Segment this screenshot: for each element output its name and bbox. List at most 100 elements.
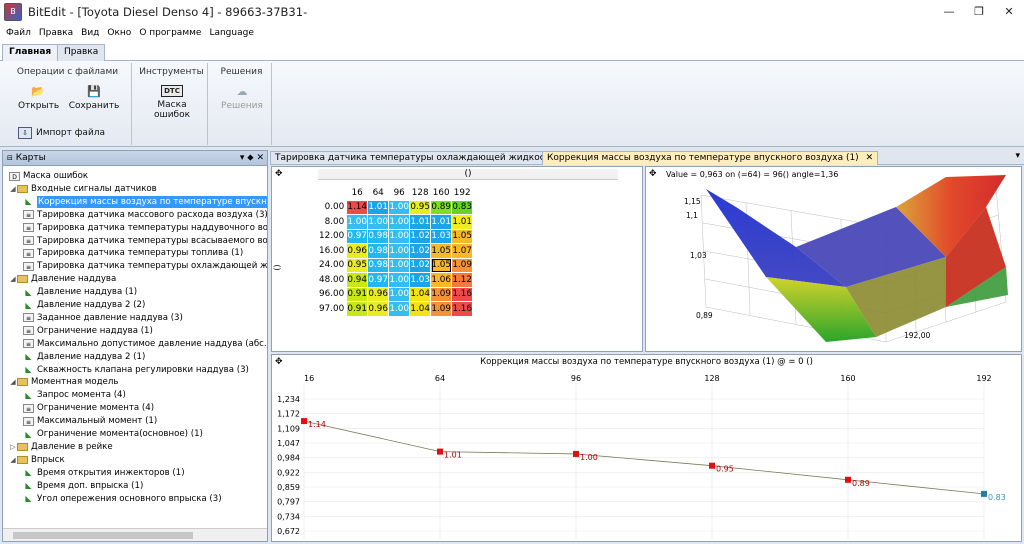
table-cell[interactable]: 0.91 bbox=[346, 301, 369, 317]
menu-edit[interactable]: Правка bbox=[39, 28, 73, 38]
row-header[interactable]: 0.00 bbox=[317, 199, 348, 215]
expand-toggle-icon[interactable]: ⊟ bbox=[7, 154, 13, 162]
row-header[interactable]: 24.00 bbox=[317, 257, 348, 273]
row-header[interactable]: 12.00 bbox=[317, 228, 348, 244]
row-header[interactable]: 97.00 bbox=[317, 301, 348, 317]
table-cell[interactable]: 1.01 bbox=[430, 214, 453, 230]
table-cell[interactable]: 1.00 bbox=[346, 214, 369, 230]
table-cell[interactable]: 1.03 bbox=[430, 228, 453, 244]
tree-item[interactable]: ◣ Время открытия инжекторов (1) bbox=[23, 467, 184, 479]
tree-item[interactable]: ◣ Время доп. впрыска (1) bbox=[23, 480, 143, 492]
row-header[interactable]: 8.00 bbox=[317, 214, 348, 230]
table-cell[interactable]: 1.05 bbox=[451, 228, 474, 244]
table-cell[interactable]: 0.96 bbox=[367, 286, 390, 302]
table-cell[interactable]: 1.00 bbox=[388, 272, 411, 288]
table-cell[interactable]: 1.00 bbox=[388, 199, 411, 215]
table-cell[interactable]: 1.05 bbox=[430, 257, 453, 273]
column-header[interactable]: 192 bbox=[451, 185, 474, 201]
tree-item[interactable]: ≡ Тарировка датчика температуры топлива (… bbox=[23, 247, 243, 259]
tree-folder[interactable]: ◢ Моментная модель bbox=[9, 376, 118, 388]
table-cell[interactable]: 1.00 bbox=[388, 286, 411, 302]
close-tab-icon[interactable]: ✕ bbox=[866, 153, 874, 163]
table-cell[interactable]: 0.98 bbox=[367, 243, 390, 259]
tree-folder[interactable]: ▷ Давление в рейке bbox=[9, 441, 112, 453]
table-cell[interactable]: 1.04 bbox=[409, 301, 432, 317]
row-header[interactable]: 48.00 bbox=[317, 272, 348, 288]
table-cell[interactable]: 1.16 bbox=[451, 301, 474, 317]
menu-view[interactable]: Вид bbox=[81, 28, 99, 38]
move-handle-icon[interactable]: ✥ bbox=[275, 169, 283, 179]
horizontal-scrollbar[interactable] bbox=[3, 528, 267, 541]
tree-item[interactable]: ◣ Давление наддува 2 (2) bbox=[23, 299, 145, 311]
table-cell[interactable]: 1.00 bbox=[388, 243, 411, 259]
table-cell[interactable]: 1.04 bbox=[409, 286, 432, 302]
table-cell[interactable]: 1.09 bbox=[430, 286, 453, 302]
tree-folder[interactable]: ◢ Входные сигналы датчиков bbox=[9, 183, 156, 195]
table-cell[interactable]: 1.00 bbox=[388, 228, 411, 244]
close-button[interactable]: ✕ bbox=[994, 0, 1024, 24]
table-cell[interactable]: 0.96 bbox=[346, 243, 369, 259]
column-header[interactable]: 128 bbox=[409, 185, 432, 201]
line-chart[interactable]: 1,234 1,172 1,109 1,047 0,984 0,922 0,859 0,797… bbox=[272, 355, 1021, 541]
tree-item[interactable]: ≡ Максимальный момент (1) bbox=[23, 415, 157, 427]
table-cell[interactable]: 1.00 bbox=[388, 257, 411, 273]
table-cell[interactable]: 0.95 bbox=[346, 257, 369, 273]
table-cell[interactable]: 1.00 bbox=[388, 301, 411, 317]
menu-file[interactable]: Файл bbox=[6, 28, 31, 38]
open-button[interactable]: 📂 Открыть bbox=[18, 85, 59, 111]
tab-home[interactable]: Главная bbox=[2, 44, 59, 62]
import-file-button[interactable]: ⇩ Импорт файла bbox=[18, 127, 118, 139]
collapse-arrow-icon[interactable]: ◢ bbox=[9, 376, 17, 388]
restore-button[interactable]: ❐ bbox=[964, 0, 994, 24]
tree-item[interactable]: ≡ Заданное давление наддува (3) bbox=[23, 312, 183, 324]
column-header[interactable]: 160 bbox=[430, 185, 453, 201]
table-cell[interactable]: 0.96 bbox=[367, 301, 390, 317]
table-cell[interactable]: 0.98 bbox=[367, 257, 390, 273]
app-icon[interactable]: B bbox=[4, 3, 22, 21]
column-header[interactable]: 16 bbox=[346, 185, 369, 201]
collapse-arrow-icon[interactable]: ◢ bbox=[9, 273, 17, 285]
doc-tab-air-mass[interactable]: Коррекция массы воздуха по температуре в… bbox=[542, 151, 879, 165]
doc-tab-coolant[interactable]: Тарировка датчика температуры охлаждающе… bbox=[270, 151, 577, 165]
table-cell[interactable]: 0.97 bbox=[346, 228, 369, 244]
menu-about[interactable]: О программе bbox=[139, 28, 201, 38]
tree-item[interactable]: ≡ Ограничение наддува (1) bbox=[23, 325, 153, 337]
collapse-arrow-icon[interactable]: ◢ bbox=[9, 183, 17, 195]
tree-item[interactable]: ◣ Коррекция массы воздуха по температуре … bbox=[23, 195, 267, 208]
table-cell[interactable]: 1.02 bbox=[409, 257, 432, 273]
tree-item[interactable]: ◣ Ограничение момента(основное) (1) bbox=[23, 428, 202, 440]
minimize-button[interactable]: — bbox=[934, 0, 964, 24]
scrollbar-thumb[interactable] bbox=[13, 532, 193, 539]
table-cell[interactable]: 1.07 bbox=[451, 243, 474, 259]
column-header[interactable]: 64 bbox=[367, 185, 390, 201]
menu-language[interactable]: Language bbox=[209, 28, 253, 38]
doc-menu-icon[interactable]: ▾ bbox=[1015, 151, 1020, 161]
tab-edit[interactable]: Правка bbox=[57, 44, 106, 61]
table-cell[interactable]: 1.12 bbox=[451, 272, 474, 288]
table-cell[interactable]: 1.06 bbox=[430, 272, 453, 288]
tree-item[interactable]: ≡ Ограничение момента (4) bbox=[23, 402, 154, 414]
table-cell[interactable]: 1.03 bbox=[409, 272, 432, 288]
collapse-arrow-icon[interactable]: ◢ bbox=[9, 454, 17, 466]
tree-item[interactable]: ≡ Тарировка датчика температуры наддувочн… bbox=[23, 222, 267, 234]
table-cell[interactable]: 0.97 bbox=[367, 272, 390, 288]
table-cell[interactable]: 1.14 bbox=[346, 199, 369, 215]
tree-item[interactable]: ≡ Тарировка датчика температуры всасываем… bbox=[23, 235, 267, 247]
expand-arrow-icon[interactable]: ▷ bbox=[9, 441, 17, 453]
tree-item[interactable]: ◣ Давление наддува (1) bbox=[23, 286, 137, 298]
table-cell[interactable]: 0.98 bbox=[367, 228, 390, 244]
table-cell[interactable]: 1.16 bbox=[451, 286, 474, 302]
table-cell[interactable]: 1.01 bbox=[367, 199, 390, 215]
table-cell[interactable]: 1.02 bbox=[409, 243, 432, 259]
tree-item[interactable]: ◣ Угол опережения основного впрыска (3) bbox=[23, 493, 221, 505]
tree-item[interactable]: ◣ Давление наддува 2 (1) bbox=[23, 351, 145, 363]
column-header[interactable]: 96 bbox=[388, 185, 411, 201]
menu-window[interactable]: Окно bbox=[107, 28, 131, 38]
table-cell[interactable]: 0.95 bbox=[409, 199, 432, 215]
surface-3d-view[interactable]: ✥ Value = 0,963 on (=64) = 96() angle=1,… bbox=[645, 166, 1022, 352]
table-cell[interactable]: 1.02 bbox=[409, 228, 432, 244]
row-header[interactable]: 96.00 bbox=[317, 286, 348, 302]
tree-item[interactable]: ◣ Скважность клапана регулировки наддува … bbox=[23, 364, 249, 376]
solutions-button[interactable]: ☁ Решения bbox=[216, 85, 268, 111]
tree-item[interactable]: ≡ Тарировка датчика температуры охлаждающ… bbox=[23, 260, 267, 272]
